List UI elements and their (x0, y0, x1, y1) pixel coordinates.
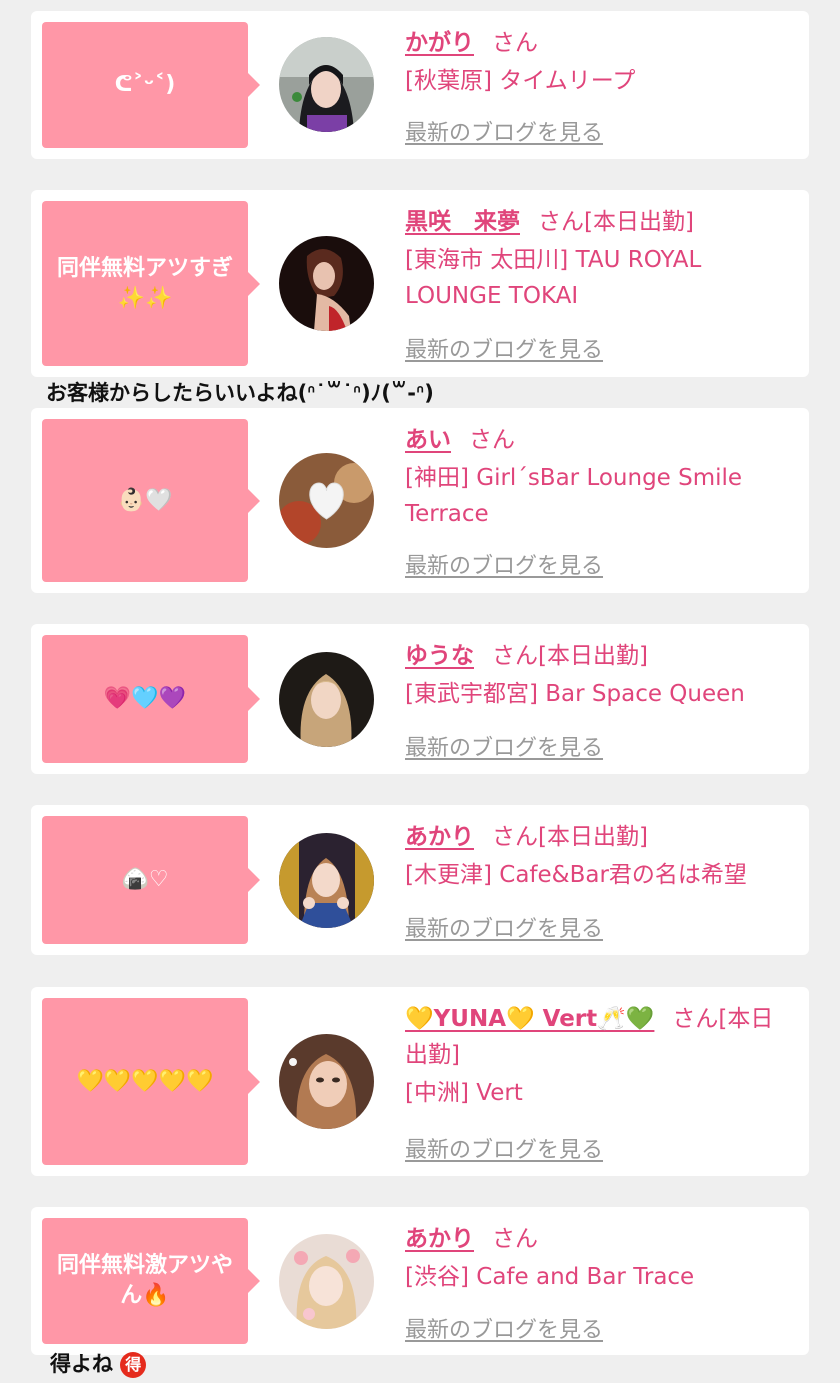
avatar[interactable] (279, 1234, 374, 1329)
cast-name-link[interactable]: あい (405, 427, 451, 453)
toku-badge-icon: 得 (120, 1352, 147, 1378)
shop-name: [東武宇都宮] Bar Space Queen (405, 681, 745, 707)
blog-card: 👶🏻🤍 あい さん [神田] Girl´sBar Lounge Smile Ter… (31, 408, 809, 593)
latest-blog-link[interactable]: 最新のブログを見る (405, 1132, 603, 1164)
latest-blog-link[interactable]: 最新のブログを見る (405, 332, 603, 364)
comment-bubble: 同伴無料アツすぎ✨✨ (42, 201, 260, 366)
cast-name-link[interactable]: あかり (405, 1226, 474, 1252)
cast-name-link[interactable]: 💛YUNA💛 Vert🥂💚 (405, 1006, 654, 1032)
post-info: 💛YUNA💛 Vert🥂💚 さん[本日出勤] [中洲] Vert (405, 1001, 793, 1111)
latest-blog-link[interactable]: 最新のブログを見る (405, 730, 603, 762)
comment-bubble: 💗🩵💜 (42, 635, 260, 763)
post-info: あかり さん [渋谷] Cafe and Bar Trace (405, 1221, 793, 1295)
latest-blog-link[interactable]: 最新のブログを見る (405, 548, 603, 580)
comment-text: 同伴無料アツすぎ✨✨ (56, 255, 233, 311)
blog-card: 🍙♡ あかり さん[本日出勤] [木更津] Cafe&Bar君の名は希望 最新のブ… (31, 805, 809, 955)
blog-card: 同伴無料激アツやん🔥 あかり さん [渋谷] Cafe and Bar Trace… (31, 1207, 809, 1355)
comment-bubble: 💛💛💛💛💛 (42, 998, 260, 1165)
comment-text: 💛💛💛💛💛 (76, 1068, 214, 1094)
honorific: さん (492, 643, 538, 669)
cast-name-link[interactable]: ゆうな (405, 643, 474, 669)
comment-bubble: 👶🏻🤍 (42, 419, 260, 582)
post-info: ゆうな さん[本日出勤] [東武宇都宮] Bar Space Queen (405, 638, 793, 712)
comment-bubble: ᕦ˃ᵕ˂) (42, 22, 260, 148)
latest-blog-link[interactable]: 最新のブログを見る (405, 911, 603, 943)
status-label: [本日出勤] (584, 209, 694, 235)
honorific: さん (672, 1006, 719, 1032)
post-info: 黒咲 来夢 さん[本日出勤] [東海市 太田川] TAU ROYAL LOUNGE… (405, 204, 793, 314)
shop-name: [神田] Girl´sBar Lounge Smile Terrace (405, 465, 743, 527)
comment-bubble: 同伴無料激アツやん🔥 (42, 1218, 260, 1344)
avatar[interactable] (279, 37, 374, 132)
avatar[interactable] (279, 1034, 374, 1129)
latest-blog-link[interactable]: 最新のブログを見る (405, 115, 603, 147)
comment-text: 🍙♡ (121, 867, 169, 892)
comment-text: ᕦ˃ᵕ˂) (114, 72, 176, 97)
honorific: さん (492, 824, 538, 850)
avatar[interactable] (279, 453, 374, 548)
caption-text-row: 得よね 得 (50, 1350, 147, 1378)
comment-text: 💗🩵💜 (103, 686, 187, 711)
shop-name: [秋葉原] タイムリープ (405, 68, 636, 94)
blog-card: 同伴無料アツすぎ✨✨ 黒咲 来夢 さん[本日出勤] [東海市 太田川] TAU R… (31, 190, 809, 377)
avatar[interactable] (279, 833, 374, 928)
post-info: あかり さん[本日出勤] [木更津] Cafe&Bar君の名は希望 (405, 819, 793, 893)
status-label: [本日出勤] (538, 824, 648, 850)
comment-bubble: 🍙♡ (42, 816, 260, 944)
shop-name: [中洲] Vert (405, 1080, 523, 1106)
honorific: さん (492, 30, 538, 56)
cast-name-link[interactable]: 黒咲 来夢 (405, 209, 520, 235)
shop-name: [渋谷] Cafe and Bar Trace (405, 1264, 695, 1290)
blog-card: 💗🩵💜 ゆうな さん[本日出勤] [東武宇都宮] Bar Space Queen … (31, 624, 809, 774)
blog-card: 💛💛💛💛💛 💛YUNA💛 Vert🥂💚 さん[本日出勤] [中洲] Vert 最新… (31, 987, 809, 1176)
blog-card: ᕦ˃ᵕ˂) かがり さん [秋葉原] タイムリープ 最新のブログを見る (31, 11, 809, 159)
honorific: さん (492, 1226, 538, 1252)
shop-name: [木更津] Cafe&Bar君の名は希望 (405, 862, 747, 888)
post-info: かがり さん [秋葉原] タイムリープ (405, 25, 793, 99)
cast-name-link[interactable]: あかり (405, 824, 474, 850)
caption-text: お客様からしたらいいよね(ᐢ˙꒳˙ᐢ)ﾉ(꒳-ᐢ) (46, 381, 434, 405)
honorific: さん (469, 427, 515, 453)
post-info: あい さん [神田] Girl´sBar Lounge Smile Terrace (405, 422, 793, 532)
avatar[interactable] (279, 652, 374, 747)
latest-blog-link[interactable]: 最新のブログを見る (405, 1312, 603, 1344)
comment-text: 同伴無料激アツやん🔥 (56, 1253, 233, 1308)
honorific: さん (538, 209, 584, 235)
status-label: [本日出勤] (538, 643, 648, 669)
caption-text: 得よね (50, 1352, 113, 1376)
shop-name: [東海市 太田川] TAU ROYAL LOUNGE TOKAI (405, 247, 702, 309)
comment-text: 👶🏻🤍 (117, 487, 173, 513)
cast-name-link[interactable]: かがり (405, 30, 474, 56)
avatar[interactable] (279, 236, 374, 331)
